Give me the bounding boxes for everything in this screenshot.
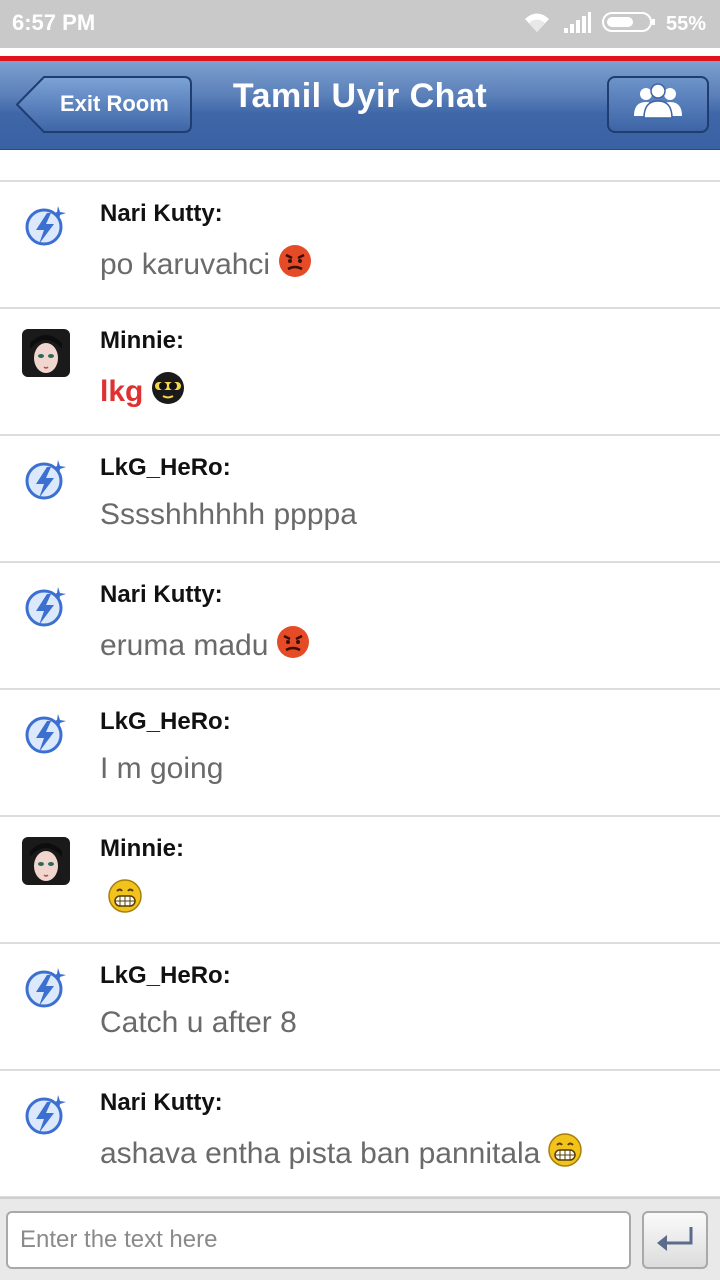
angry-face-icon [276, 625, 310, 667]
message-text-content: Sssshhhhhh ppppa [100, 498, 357, 531]
message-text: Catch u after 8 [100, 1006, 297, 1040]
lightning-icon[interactable] [22, 1091, 70, 1139]
message-text-content: lkg [100, 375, 144, 408]
message-row[interactable]: Nari Kutty: ashava entha pista ban pannit… [0, 1071, 720, 1197]
message-row[interactable]: LkG_HeRo: Sssshhhhhh ppppa [0, 436, 720, 563]
message-text-content: po karuvahci [100, 248, 271, 281]
grinning-face-icon [108, 879, 142, 921]
lightning-icon[interactable] [22, 202, 70, 250]
grinning-face-icon [548, 1133, 583, 1175]
message-text-content: Catch u after 8 [100, 1006, 297, 1039]
message-input[interactable] [6, 1211, 631, 1269]
lightning-icon[interactable] [22, 456, 70, 504]
message-username[interactable]: Minnie: [100, 835, 184, 863]
message-text: lkg [100, 371, 185, 413]
message-text: po karuvahci [100, 244, 312, 286]
page-title: Tamil Uyir Chat [232, 77, 488, 115]
send-button[interactable] [642, 1211, 708, 1269]
message-row[interactable]: Nari Kutty: eruma madu [0, 563, 720, 690]
message-text-content: eruma madu [100, 629, 269, 662]
message-username[interactable]: Nari Kutty: [100, 1089, 223, 1117]
user-avatar[interactable] [22, 329, 70, 377]
message-row[interactable]: Minnie: [0, 817, 720, 944]
message-text [100, 879, 142, 921]
message-username[interactable]: LkG_HeRo: [100, 708, 231, 736]
message-text: I m going [100, 752, 223, 786]
battery-percent: 55% [665, 12, 706, 35]
message-username[interactable]: LkG_HeRo: [100, 962, 231, 990]
wifi-icon [522, 10, 552, 39]
message-text: Sssshhhhhh ppppa [100, 498, 357, 532]
message-list[interactable]: Nari Kutty: po karuvahci Minnie: lkg LkG_HeR… [0, 150, 720, 1197]
battery-icon [601, 10, 656, 39]
group-icon [630, 82, 686, 127]
message-username[interactable]: Nari Kutty: [100, 200, 223, 228]
header-top-strip [0, 48, 720, 56]
lightning-icon[interactable] [22, 583, 70, 631]
message-username[interactable]: LkG_HeRo: [100, 454, 231, 482]
message-row[interactable]: LkG_HeRo: Catch u after 8 [0, 944, 720, 1071]
user-avatar[interactable] [22, 837, 70, 885]
users-button[interactable] [607, 76, 709, 133]
lightning-icon[interactable] [22, 710, 70, 758]
angry-face-icon [278, 244, 312, 286]
message-text: eruma madu [100, 625, 310, 667]
status-bar: 6:57 PM 55% [0, 0, 720, 48]
message-username[interactable]: Minnie: [100, 327, 184, 355]
status-time: 6:57 PM [12, 10, 96, 35]
message-row-partial [0, 150, 720, 182]
input-bar [0, 1197, 720, 1280]
exit-room-button[interactable]: Exit Room [16, 76, 192, 133]
signal-icon [562, 10, 592, 39]
app-header: Exit Room Tamil Uyir Chat [0, 61, 720, 150]
message-text-content: I m going [100, 752, 224, 785]
message-row[interactable]: LkG_HeRo: I m going [0, 690, 720, 817]
message-username[interactable]: Nari Kutty: [100, 581, 223, 609]
lightning-icon[interactable] [22, 964, 70, 1012]
status-icons: 55% [522, 10, 706, 38]
exit-room-label: Exit Room [60, 91, 169, 116]
enter-icon [653, 1223, 697, 1258]
message-row[interactable]: Nari Kutty: po karuvahci [0, 182, 720, 309]
message-row[interactable]: Minnie: lkg [0, 309, 720, 436]
sunglasses-face-icon [151, 371, 185, 413]
message-text: ashava entha pista ban pannitala [100, 1133, 583, 1175]
message-text-content: ashava entha pista ban pannitala [100, 1137, 541, 1170]
